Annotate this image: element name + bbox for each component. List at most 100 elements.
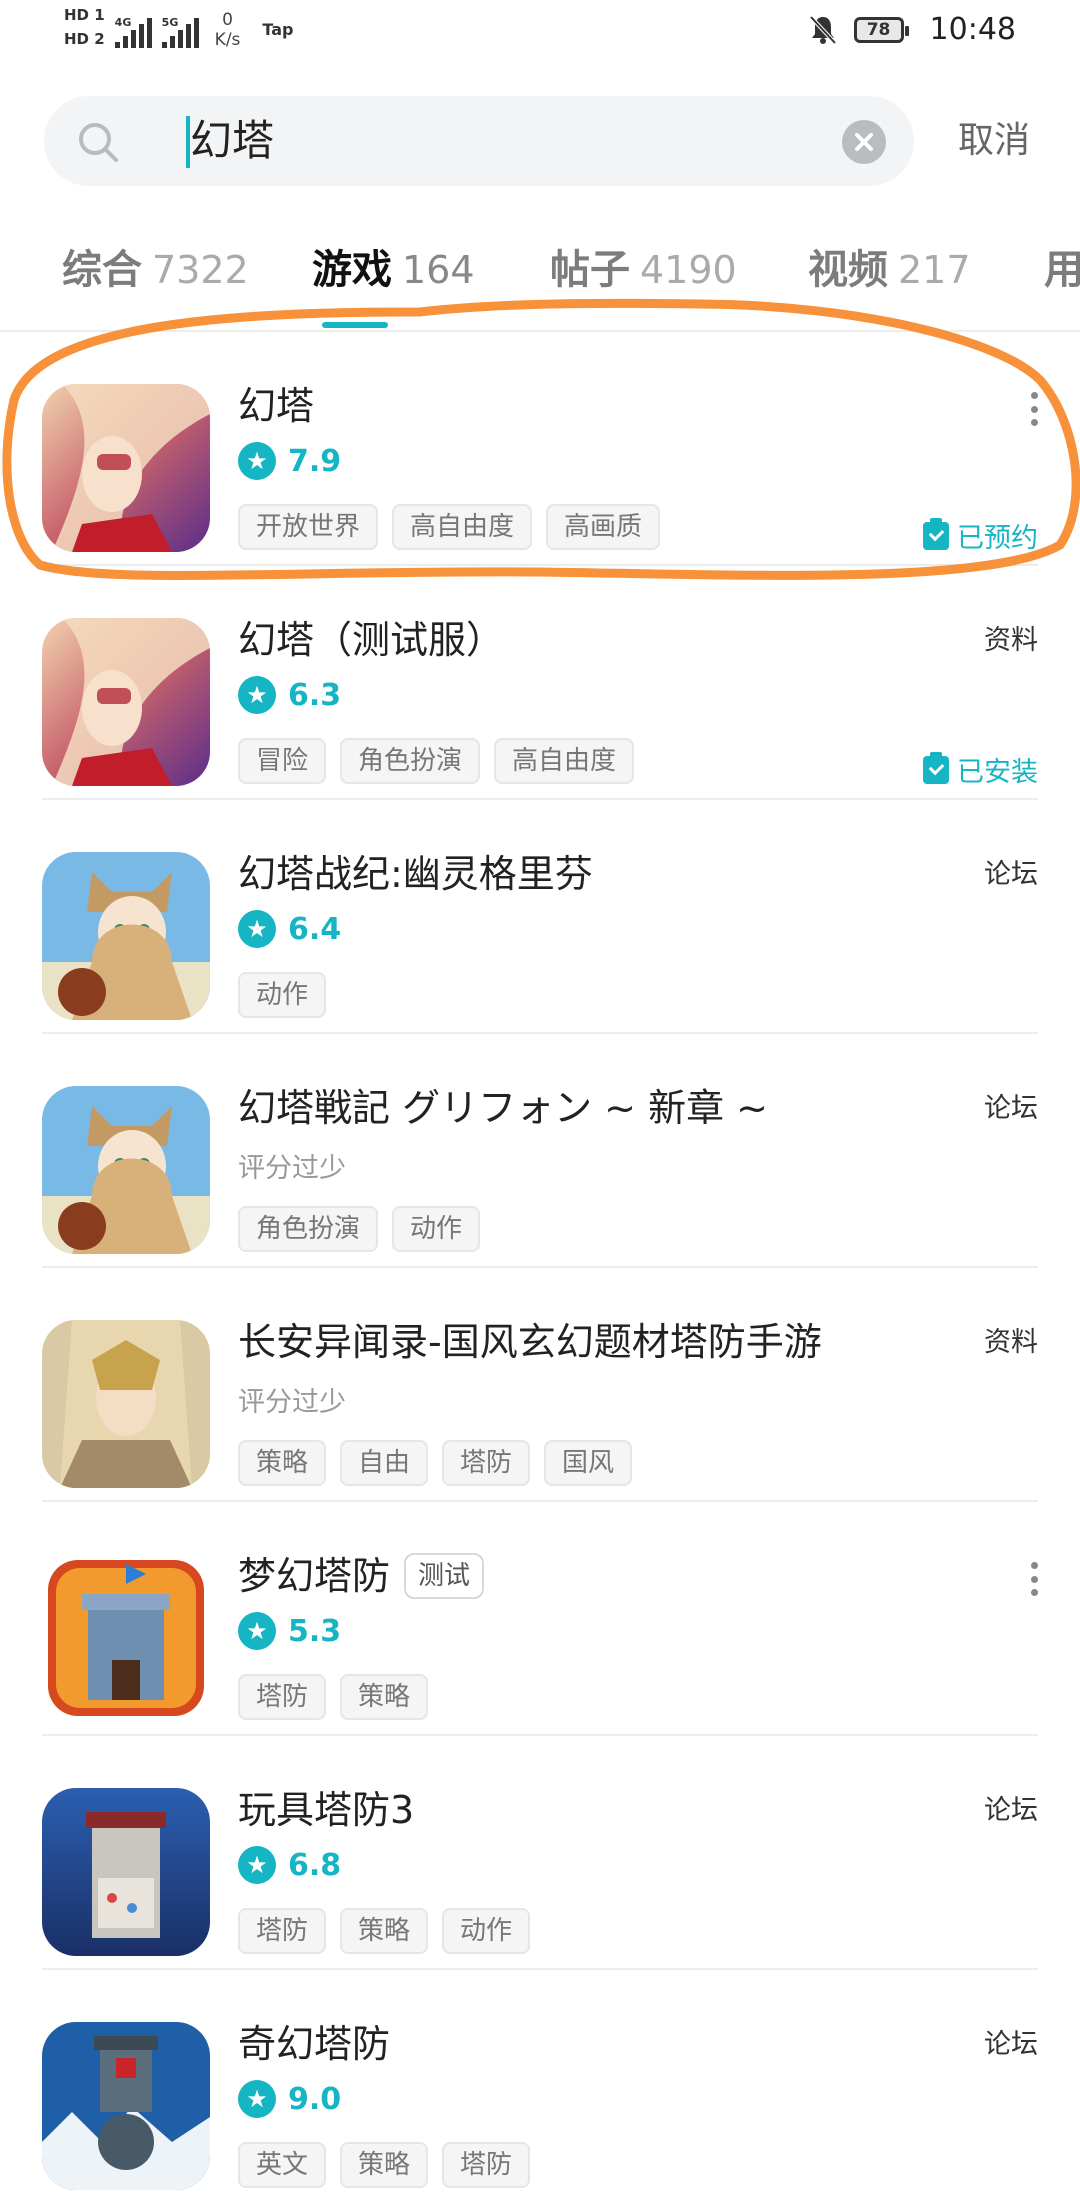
search-input[interactable]: 幻塔 [44, 96, 914, 186]
tag[interactable]: 角色扮演 [340, 738, 481, 784]
changan-icon [42, 1320, 210, 1488]
tab-bar: 综合 7322 游戏 164 帖子 4190 视频 217 用 [0, 240, 1080, 330]
bell-muted-icon [809, 15, 837, 44]
clipboard-check-icon [923, 517, 949, 550]
search-icon [79, 123, 118, 162]
cancel-button[interactable]: 取消 [958, 114, 1030, 168]
game-tags: 冒险 角色扮演 高自由度 [238, 738, 635, 784]
tag[interactable]: 塔防 [442, 2142, 531, 2188]
rating-score: 5.3 [288, 1613, 342, 1649]
reserved-status[interactable]: 已预约 [923, 516, 1038, 555]
installed-status[interactable]: 已安装 [923, 750, 1038, 789]
tab-label: 用 [1044, 247, 1080, 293]
hd2-badge: HD 2 [64, 30, 105, 48]
net2-label: 5G [161, 16, 179, 29]
tag[interactable]: 动作 [392, 1206, 481, 1252]
star-icon: ★ [238, 676, 276, 714]
more-options-icon[interactable] [1030, 1562, 1038, 1596]
battery-level: 78 [866, 19, 891, 40]
tag[interactable]: 塔防 [238, 1674, 327, 1720]
tab-comprehensive[interactable]: 综合 7322 [62, 240, 249, 300]
clipboard-check-icon [923, 751, 949, 784]
game-title-text: 长安异闻录-国风玄幻题材塔防手游 [238, 1320, 822, 1364]
status-right: 78 10:48 [808, 12, 1016, 47]
game-item[interactable]: 幻塔戦記 グリフォン ~ 新章 ~ 评分过少 角色扮演 动作 论坛 [0, 1034, 1080, 1268]
game-title-text: 幻塔战纪:幽灵格里芬 [238, 852, 593, 896]
game-title-text: 奇幻塔防 [238, 2022, 391, 2066]
search-query[interactable]: 幻塔 [190, 114, 274, 168]
game-tags: 动作 [238, 972, 327, 1018]
game-title: 幻塔战纪:幽灵格里芬 [238, 848, 593, 900]
tag[interactable]: 角色扮演 [238, 1206, 379, 1252]
star-icon: ★ [238, 1846, 276, 1884]
tag[interactable]: 高自由度 [392, 504, 533, 550]
rating-score: 9.0 [288, 2081, 342, 2117]
tag[interactable]: 塔防 [442, 1440, 531, 1486]
tower-of-fantasy-icon [42, 618, 210, 786]
forum-link[interactable]: 论坛 [984, 1086, 1038, 1125]
game-item[interactable]: 幻塔 ★ 7.9 开放世界 高自由度 高画质 已预约 [0, 332, 1080, 566]
game-tags: 开放世界 高自由度 高画质 [238, 504, 661, 550]
tag[interactable]: 英文 [238, 2142, 327, 2188]
tag[interactable]: 策略 [238, 1440, 327, 1486]
tag[interactable]: 策略 [340, 1908, 429, 1954]
game-title: 奇幻塔防 [238, 2018, 390, 2070]
tower-of-fantasy-icon [42, 384, 210, 552]
speed-value: 0 [222, 10, 233, 30]
game-title-text: 幻塔戦記 グリフォン ~ 新章 ~ [238, 1086, 768, 1130]
active-tab-indicator [322, 322, 388, 328]
clear-search-icon[interactable] [842, 120, 886, 164]
tag[interactable]: 高自由度 [494, 738, 635, 784]
game-tags: 塔防 策略 [238, 1674, 429, 1720]
status-left: HD 1 HD 2 4G 5G 0 K/s Tap [64, 6, 294, 50]
tag[interactable]: 策略 [340, 1674, 429, 1720]
game-rating: ★ 6.3 [238, 676, 341, 714]
star-icon: ★ [238, 442, 276, 480]
tab-count: 164 [402, 248, 475, 292]
tag[interactable]: 动作 [442, 1908, 531, 1954]
forum-link[interactable]: 论坛 [984, 852, 1038, 891]
battery-icon: 78 [853, 16, 909, 43]
tag[interactable]: 自由 [340, 1440, 429, 1486]
tag[interactable]: 塔防 [238, 1908, 327, 1954]
dream-tower-defense-icon [42, 1554, 210, 1722]
game-item[interactable]: 奇幻塔防 ★ 9.0 英文 策略 塔防 论坛 [0, 1970, 1080, 2204]
tag[interactable]: 策略 [340, 2142, 429, 2188]
rating-score: 6.4 [288, 911, 342, 947]
game-title-text: 幻塔 [238, 384, 315, 428]
game-tags: 策略 自由 塔防 国风 [238, 1440, 633, 1486]
game-item[interactable]: 玩具塔防3 ★ 6.8 塔防 策略 动作 论坛 [0, 1736, 1080, 1970]
tag[interactable]: 动作 [238, 972, 327, 1018]
tag[interactable]: 高画质 [546, 504, 661, 550]
game-rating: ★ 6.4 [238, 910, 341, 948]
tab-count: 4190 [640, 248, 737, 292]
tab-count: 7322 [152, 248, 249, 292]
game-item[interactable]: 幻塔战纪:幽灵格里芬 ★ 6.4 动作 论坛 [0, 800, 1080, 1034]
info-link[interactable]: 资料 [984, 618, 1038, 657]
tab-posts[interactable]: 帖子 4190 [550, 240, 737, 300]
game-item[interactable]: 幻塔（测试服） ★ 6.3 冒险 角色扮演 高自由度 资料 已安装 [0, 566, 1080, 800]
tab-games[interactable]: 游戏 164 [312, 240, 475, 300]
game-title: 长安异闻录-国风玄幻题材塔防手游 [238, 1316, 822, 1368]
rating-score: 6.8 [288, 1847, 342, 1883]
game-item[interactable]: 梦幻塔防 测试 ★ 5.3 塔防 策略 [0, 1502, 1080, 1736]
game-title-text: 梦幻塔防 [238, 1554, 391, 1598]
tag[interactable]: 国风 [544, 1440, 633, 1486]
info-link[interactable]: 资料 [984, 1320, 1038, 1359]
game-rating: ★ 5.3 [238, 1612, 341, 1650]
clock: 10:48 [929, 12, 1016, 47]
game-item[interactable]: 长安异闻录-国风玄幻题材塔防手游 评分过少 策略 自由 塔防 国风 资料 [0, 1268, 1080, 1502]
tab-users[interactable]: 用 [1044, 240, 1080, 300]
hd-indicators: HD 1 HD 2 [64, 6, 105, 48]
tab-videos[interactable]: 视频 217 [808, 240, 971, 300]
tap-label: Tap [262, 20, 294, 39]
tag[interactable]: 冒险 [238, 738, 327, 784]
forum-link[interactable]: 论坛 [984, 2022, 1038, 2061]
tag[interactable]: 开放世界 [238, 504, 379, 550]
forum-link[interactable]: 论坛 [984, 1788, 1038, 1827]
hd1-badge: HD 1 [64, 6, 105, 24]
speed-unit: K/s [214, 30, 241, 50]
net1-label: 4G [114, 16, 132, 29]
game-title-text: 玩具塔防3 [238, 1788, 415, 1832]
more-options-icon[interactable] [1030, 392, 1038, 426]
